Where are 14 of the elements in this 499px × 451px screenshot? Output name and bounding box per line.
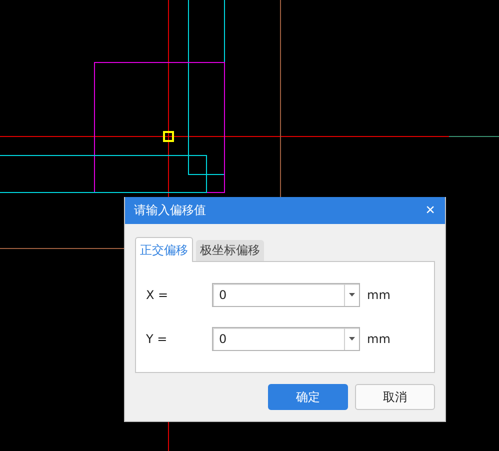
tab[interactable]: 极坐标偏移 bbox=[196, 240, 264, 261]
unit-label: mm bbox=[367, 332, 390, 346]
dialog-title: 请输入偏移值 bbox=[134, 202, 206, 219]
dropdown-caret-icon[interactable] bbox=[349, 337, 355, 341]
field-label: X = bbox=[146, 288, 170, 302]
value-combobox[interactable]: 0 bbox=[212, 283, 360, 307]
cancel-button[interactable]: 取消 bbox=[355, 384, 435, 410]
field-label: Y = bbox=[146, 332, 168, 346]
value-combobox[interactable]: 0 bbox=[212, 327, 360, 351]
tab[interactable]: 正交偏移 bbox=[135, 237, 193, 262]
confirm-button[interactable]: 确定 bbox=[268, 384, 348, 410]
close-button[interactable]: × bbox=[424, 202, 437, 218]
dropdown-caret-icon[interactable] bbox=[349, 293, 355, 297]
unit-label: mm bbox=[367, 288, 390, 302]
